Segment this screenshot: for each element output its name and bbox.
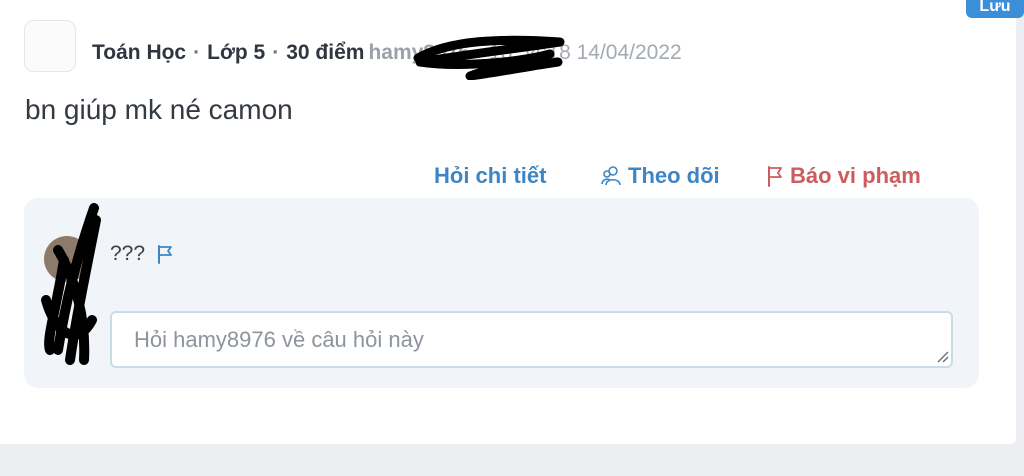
save-button[interactable]: Lưu [966, 0, 1024, 18]
resize-grip-icon[interactable] [934, 348, 950, 364]
question-body: bn giúp mk né camon [25, 94, 293, 125]
follow-label: Theo dõi [628, 163, 720, 188]
subject-avatar [24, 20, 76, 72]
reply-input[interactable] [110, 311, 953, 368]
ask-detail-button[interactable]: Hỏi chi tiết [434, 160, 546, 192]
comment-text: ??? [110, 242, 146, 265]
flag-icon[interactable] [156, 244, 174, 269]
follow-button[interactable]: Theo dõi [600, 160, 720, 192]
users-icon [600, 165, 622, 187]
meta-dot: · [193, 41, 201, 64]
subject-label[interactable]: Toán Học [92, 41, 186, 65]
report-label: Báo vi phạm [790, 163, 921, 188]
meta-dot: · [272, 41, 280, 64]
report-button[interactable]: Báo vi phạm [766, 160, 921, 192]
question-card: Lưu Toán Học · Lớp 5 · 30 điểm hamy8976 … [0, 0, 1024, 444]
avatar-redaction-scribble [41, 203, 101, 365]
question-meta: Toán Học · Lớp 5 · 30 điểm hamy8976 - 18… [92, 38, 682, 68]
ask-detail-label: Hỏi chi tiết [434, 163, 547, 188]
points-label: 30 điểm [286, 41, 365, 64]
redaction-scribble [413, 35, 565, 80]
grade-label[interactable]: Lớp 5 [207, 41, 265, 65]
flag-icon [766, 165, 784, 187]
